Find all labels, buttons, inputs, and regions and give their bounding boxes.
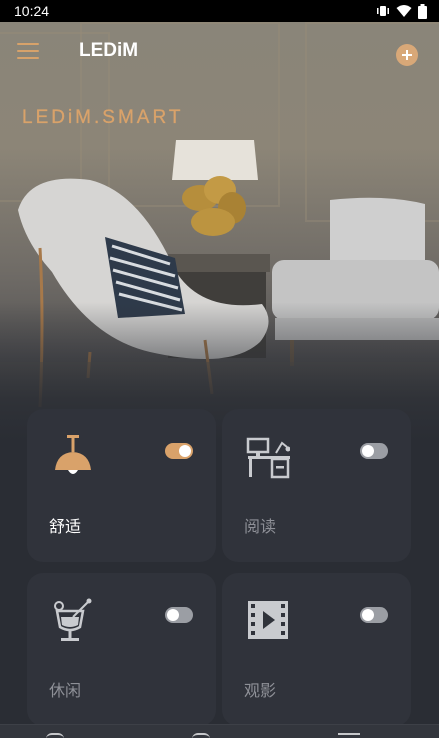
scene-toggle-leisure[interactable]: [165, 607, 193, 623]
brand-logo-text: LEDiM.SMART: [22, 107, 184, 128]
battery-icon: [418, 3, 427, 19]
scene-label: 观影: [244, 681, 277, 700]
scene-label: 舒适: [49, 517, 82, 536]
wifi-icon: [396, 5, 412, 17]
app-title: LEDiM: [79, 40, 139, 61]
status-bar: 10:24: [0, 0, 439, 22]
status-time: 10:24: [14, 3, 50, 19]
vibrate-icon: [377, 6, 389, 16]
discover-icon[interactable]: [192, 733, 210, 738]
app-bar: LEDiM: [0, 22, 439, 82]
scene-toggle-reading[interactable]: [360, 443, 388, 459]
scene-toggle-comfort[interactable]: [165, 443, 193, 459]
pendant-lamp-icon: [55, 435, 91, 474]
scene-toggle-movie[interactable]: [360, 607, 388, 623]
bottom-nav: [0, 724, 439, 738]
scene-label: 阅读: [244, 517, 277, 536]
plus-circle-icon[interactable]: [396, 44, 418, 66]
hero-banner: [0, 22, 439, 442]
scene-card-leisure[interactable]: 休闲: [27, 573, 216, 726]
scene-card-reading[interactable]: 阅读: [222, 409, 411, 562]
reading-desk-icon: [246, 437, 290, 479]
scene-card-comfort[interactable]: 舒适: [27, 409, 216, 562]
device-icon[interactable]: [338, 733, 360, 738]
scene-label: 休闲: [49, 681, 82, 700]
cocktail-glass-icon: [54, 598, 92, 641]
scene-card-movie[interactable]: 观影: [222, 573, 411, 726]
home-icon[interactable]: [46, 733, 64, 738]
hamburger-menu-icon[interactable]: [17, 43, 39, 61]
status-icons: [376, 3, 427, 19]
film-play-icon: [248, 601, 288, 639]
